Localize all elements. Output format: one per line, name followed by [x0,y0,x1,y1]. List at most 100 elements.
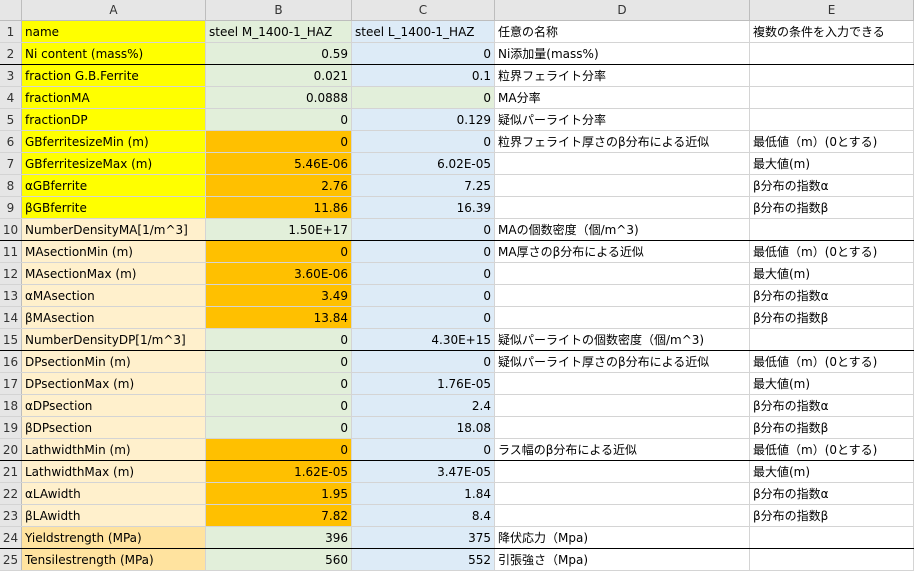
cell-e[interactable] [750,549,914,570]
cell-d[interactable]: 疑似パーライト厚さのβ分布による近似 [495,351,750,372]
cell-b[interactable]: 0 [206,241,352,262]
cell-a[interactable]: Tensilestrength (MPa) [22,549,206,570]
cell-d[interactable]: 降伏応力（Mpa) [495,527,750,548]
cell-a[interactable]: LathwidthMax (m) [22,461,206,482]
cell-c[interactable]: 552 [352,549,495,570]
cell-c[interactable]: 0.1 [352,65,495,86]
cell-b[interactable]: 0.0888 [206,87,352,108]
cell-d[interactable] [495,285,750,306]
row-header[interactable]: 23 [0,505,22,526]
cell-b[interactable]: 1.62E-05 [206,461,352,482]
cell-e[interactable]: 最大値(m) [750,373,914,394]
row-header[interactable]: 10 [0,219,22,240]
row-header[interactable]: 12 [0,263,22,284]
cell-b[interactable]: 11.86 [206,197,352,218]
cell-e[interactable]: 最大値(m) [750,263,914,284]
cell-a[interactable]: fractionDP [22,109,206,130]
row-header[interactable]: 14 [0,307,22,328]
cell-a[interactable]: Yieldstrength (MPa) [22,527,206,548]
row-header[interactable]: 21 [0,461,22,482]
cell-d[interactable]: 疑似パーライトの個数密度（個/m^3) [495,329,750,350]
cell-d[interactable]: 任意の名称 [495,21,750,42]
cell-d[interactable] [495,197,750,218]
row-header[interactable]: 25 [0,549,22,570]
cell-a[interactable]: αLAwidth [22,483,206,504]
cell-c[interactable]: 0 [352,241,495,262]
cell-b[interactable]: 13.84 [206,307,352,328]
cell-e[interactable]: β分布の指数β [750,197,914,218]
cell-d[interactable] [495,175,750,196]
cell-d[interactable] [495,153,750,174]
cell-c[interactable]: 0 [352,285,495,306]
cell-e[interactable]: β分布の指数α [750,175,914,196]
cell-e[interactable] [750,65,914,86]
cell-b[interactable]: 1.50E+17 [206,219,352,240]
row-header[interactable]: 17 [0,373,22,394]
cell-b[interactable]: 0 [206,131,352,152]
cell-a[interactable]: αMAsection [22,285,206,306]
column-header-e[interactable]: E [750,0,914,20]
row-header[interactable]: 11 [0,241,22,262]
cell-b[interactable]: 5.46E-06 [206,153,352,174]
column-header-a[interactable]: A [22,0,206,20]
cell-a[interactable]: LathwidthMin (m) [22,439,206,460]
cell-e[interactable] [750,87,914,108]
cell-d[interactable]: MA厚さのβ分布による近似 [495,241,750,262]
cell-b[interactable]: 3.60E-06 [206,263,352,284]
row-header[interactable]: 4 [0,87,22,108]
cell-a[interactable]: βMAsection [22,307,206,328]
cell-c[interactable]: 2.4 [352,395,495,416]
row-header[interactable]: 24 [0,527,22,548]
cell-d[interactable]: 粒界フェライト分率 [495,65,750,86]
cell-c[interactable]: 6.02E-05 [352,153,495,174]
row-header[interactable]: 20 [0,439,22,460]
cell-c[interactable]: 0 [352,439,495,460]
cell-b[interactable]: 0 [206,329,352,350]
cell-a[interactable]: DPsectionMin (m) [22,351,206,372]
row-header[interactable]: 2 [0,43,22,64]
row-header[interactable]: 9 [0,197,22,218]
cell-b[interactable]: steel M_1400-1_HAZ [206,21,352,42]
cell-e[interactable]: 最大値(m) [750,461,914,482]
cell-e[interactable]: 最低値（m）(0とする) [750,241,914,262]
column-header-c[interactable]: C [352,0,495,20]
cell-b[interactable]: 2.76 [206,175,352,196]
cell-c[interactable]: 16.39 [352,197,495,218]
row-header[interactable]: 8 [0,175,22,196]
cell-e[interactable]: 最低値（m）(0とする) [750,351,914,372]
cell-b[interactable]: 0.021 [206,65,352,86]
cell-b[interactable]: 3.49 [206,285,352,306]
cell-c[interactable]: 1.76E-05 [352,373,495,394]
row-header[interactable]: 22 [0,483,22,504]
cell-b[interactable]: 0 [206,373,352,394]
cell-b[interactable]: 0.59 [206,43,352,64]
cell-c[interactable]: 0 [352,351,495,372]
column-header-d[interactable]: D [495,0,750,20]
cell-a[interactable]: βLAwidth [22,505,206,526]
cell-e[interactable]: 複数の条件を入力できる [750,21,914,42]
cell-e[interactable] [750,109,914,130]
cell-d[interactable] [495,307,750,328]
cell-c[interactable]: 8.4 [352,505,495,526]
cell-c[interactable]: 0 [352,219,495,240]
cell-a[interactable]: fraction G.B.Ferrite [22,65,206,86]
cell-c[interactable]: 0 [352,87,495,108]
cell-c[interactable]: 18.08 [352,417,495,438]
column-header-b[interactable]: B [206,0,352,20]
cell-a[interactable]: αGBferrite [22,175,206,196]
cell-e[interactable]: β分布の指数α [750,395,914,416]
cell-a[interactable]: GBferritesizeMin (m) [22,131,206,152]
cell-b[interactable]: 0 [206,351,352,372]
cell-c[interactable]: 0 [352,43,495,64]
cell-d[interactable]: 疑似パーライト分率 [495,109,750,130]
cell-a[interactable]: name [22,21,206,42]
cell-e[interactable]: 最低値（m）(0とする) [750,131,914,152]
cell-a[interactable]: NumberDensityDP[1/m^3] [22,329,206,350]
cell-e[interactable]: β分布の指数α [750,483,914,504]
cell-b[interactable]: 7.82 [206,505,352,526]
cell-d[interactable]: ラス幅のβ分布による近似 [495,439,750,460]
cell-d[interactable] [495,417,750,438]
cell-d[interactable]: Ni添加量(mass%) [495,43,750,64]
cell-a[interactable]: Ni content (mass%) [22,43,206,64]
row-header[interactable]: 16 [0,351,22,372]
